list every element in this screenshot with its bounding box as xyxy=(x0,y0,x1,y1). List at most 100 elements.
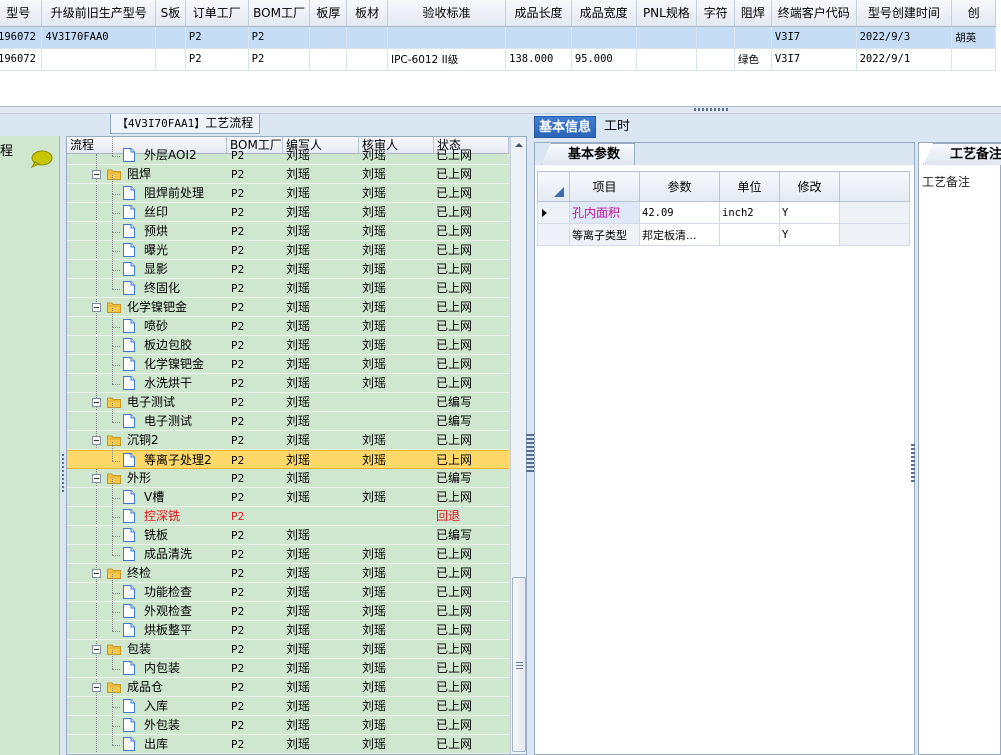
grid-cell[interactable] xyxy=(636,48,698,71)
tree-step-row[interactable]: 曝光 P2 刘瑶 刘瑶 已上网 xyxy=(67,232,509,260)
tree-step-row[interactable]: 出库 P2 刘瑶 刘瑶 已上网 xyxy=(67,726,509,754)
scroll-up-arrow-icon[interactable] xyxy=(511,137,527,153)
grid-cell[interactable] xyxy=(734,26,772,49)
tree-step-row[interactable]: 喷砂 P2 刘瑶 刘瑶 已上网 xyxy=(67,308,509,336)
collapse-toggle-icon[interactable] xyxy=(92,170,101,179)
row-indicator[interactable] xyxy=(537,223,570,246)
grid-col-header[interactable]: 验收标准 xyxy=(387,0,507,27)
collapse-toggle-icon[interactable] xyxy=(92,474,101,483)
grid-col-header[interactable]: 成品长度 xyxy=(505,0,572,27)
param-item[interactable]: 等离子类型 xyxy=(569,223,640,246)
grid-col-header[interactable]: 型号 xyxy=(0,0,43,27)
tree-step-row[interactable]: 化学镍钯金 P2 刘瑶 刘瑶 已上网 xyxy=(67,346,509,374)
grid-cell[interactable] xyxy=(571,26,637,49)
tree-group-row[interactable]: 成品仓 P2 刘瑶 刘瑶 已上网 xyxy=(67,678,509,697)
grid-col-header[interactable]: 字符 xyxy=(696,0,736,27)
grid-cell[interactable] xyxy=(41,48,157,71)
param-row[interactable]: 等离子类型 邦定板清... Y xyxy=(537,223,910,246)
grid-row[interactable]: 196072 4V3I70FAA0 P2 P2 V3I7 2022/9/3 胡英 xyxy=(0,26,996,49)
param-col-modify[interactable]: 修改 xyxy=(779,171,840,202)
param-value[interactable]: 42.09 xyxy=(639,201,720,224)
tree-step-row[interactable]: 水洗烘干 P2 刘瑶 刘瑶 已上网 xyxy=(67,365,509,393)
tree-step-row[interactable]: 预烘 P2 刘瑶 刘瑶 已上网 xyxy=(67,213,509,241)
tab-work-hours[interactable]: 工时 xyxy=(596,116,634,138)
grid-cell[interactable]: P2 xyxy=(248,48,311,71)
tab-basic-params[interactable]: 基本参数 xyxy=(541,143,635,165)
grid-cell[interactable] xyxy=(636,26,698,49)
tree-step-row[interactable]: 板边包胶 P2 刘瑶 刘瑶 已上网 xyxy=(67,327,509,355)
product-model-grid[interactable]: 型号 升级前旧生产型号 S板 订单工厂 BOM工厂 板厚 板材 验收标准 成品长度 成品宽度 PNL… xyxy=(0,0,1001,100)
tab-process-remark[interactable]: 工艺备注 xyxy=(923,143,1001,165)
grid-cell[interactable]: P2 xyxy=(185,48,249,71)
grid-cell[interactable]: 95.000 xyxy=(571,48,637,71)
param-col-unit[interactable]: 单位 xyxy=(719,171,780,202)
tree-group-row[interactable]: 阻焊 P2 刘瑶 刘瑶 已上网 xyxy=(67,165,509,184)
param-row[interactable]: 孔内面积 42.09 inch2 Y xyxy=(537,201,910,224)
tree-step-row[interactable]: 外包装 P2 刘瑶 刘瑶 已上网 xyxy=(67,707,509,735)
tree-step-row[interactable]: 显影 P2 刘瑶 刘瑶 已上网 xyxy=(67,251,509,279)
grid-cell[interactable]: V3I7 xyxy=(771,48,857,71)
tree-step-row[interactable]: V槽 P2 刘瑶 刘瑶 已上网 xyxy=(67,479,509,507)
tree-group-row[interactable]: 沉铜2 P2 刘瑶 刘瑶 已上网 xyxy=(67,431,509,450)
grid-cell[interactable]: 196072 xyxy=(0,26,43,49)
collapse-toggle-icon[interactable] xyxy=(92,683,101,692)
tree-step-row[interactable]: 烘板整平 P2 刘瑶 刘瑶 已上网 xyxy=(67,612,509,640)
grid-col-header[interactable]: 终端客户代码 xyxy=(771,0,857,27)
tree-step-row[interactable]: 成品清洗 P2 刘瑶 刘瑶 已上网 xyxy=(67,536,509,564)
grid-cell[interactable] xyxy=(696,48,736,71)
params-remark-grip[interactable] xyxy=(911,444,915,484)
grid-col-header[interactable]: 升级前旧生产型号 xyxy=(41,0,157,27)
param-value[interactable]: 邦定板清... xyxy=(639,223,720,246)
tree-group-row[interactable]: 包装 P2 刘瑶 刘瑶 已上网 xyxy=(67,640,509,659)
grid-col-header[interactable]: S板 xyxy=(155,0,186,27)
row-indicator[interactable] xyxy=(537,201,570,224)
tree-step-row[interactable]: 外层AOI2 P2 刘瑶 刘瑶 已上网 xyxy=(67,137,509,165)
grid-col-header[interactable]: 创 xyxy=(951,0,996,27)
grid-cell[interactable] xyxy=(155,26,186,49)
tree-vertical-scrollbar[interactable] xyxy=(510,137,527,754)
grid-cell[interactable]: 胡英 xyxy=(951,26,996,49)
grid-cell[interactable]: 2022/9/1 xyxy=(856,48,953,71)
grid-row[interactable]: 196072 P2 P2 IPC-6012 II级 138.000 95.000 绿色 V3I… xyxy=(0,48,996,71)
param-col-item[interactable]: 项目 xyxy=(569,171,640,202)
tree-group-row[interactable]: 外形 P2 刘瑶 已编写 xyxy=(67,469,509,488)
grid-cell[interactable] xyxy=(387,26,507,49)
grid-col-header[interactable]: 阻焊 xyxy=(734,0,772,27)
grid-col-header[interactable]: 订单工厂 xyxy=(185,0,249,27)
grid-col-header[interactable]: BOM工厂 xyxy=(248,0,311,27)
param-item[interactable]: 孔内面积 xyxy=(569,201,640,224)
horizontal-splitter[interactable] xyxy=(0,106,1001,114)
grid-col-header[interactable]: 板厚 xyxy=(309,0,348,27)
grid-col-header[interactable]: PNL规格 xyxy=(636,0,698,27)
param-modify[interactable]: Y xyxy=(779,201,840,224)
scrollbar-thumb[interactable] xyxy=(512,577,526,752)
tree-step-row[interactable]: 等离子处理2 P2 刘瑶 刘瑶 已上网 xyxy=(67,442,509,469)
collapse-toggle-icon[interactable] xyxy=(92,569,101,578)
tree-step-row[interactable]: 控深铣 P2 回退 xyxy=(67,498,509,526)
grid-cell[interactable] xyxy=(155,48,186,71)
splitter-grip[interactable] xyxy=(694,108,728,111)
grid-col-header[interactable]: 板材 xyxy=(346,0,388,27)
tree-step-row[interactable]: 铣板 P2 刘瑶 已编写 xyxy=(67,517,509,545)
collapse-toggle-icon[interactable] xyxy=(92,398,101,407)
tree-step-row[interactable]: 丝印 P2 刘瑶 刘瑶 已上网 xyxy=(67,194,509,222)
tree-step-row[interactable]: 电子测试 P2 刘瑶 已编写 xyxy=(67,403,509,431)
grid-cell[interactable]: V3I7 xyxy=(771,26,857,49)
grid-col-header[interactable]: 成品宽度 xyxy=(571,0,637,27)
grid-cell[interactable] xyxy=(696,26,736,49)
grid-cell[interactable] xyxy=(346,48,388,71)
tree-step-row[interactable]: 终固化 P2 刘瑶 刘瑶 已上网 xyxy=(67,270,509,298)
grid-col-header[interactable]: 型号创建时间 xyxy=(856,0,953,27)
grid-cell[interactable]: 196072 xyxy=(0,48,43,71)
grid-cell[interactable]: IPC-6012 II级 xyxy=(387,48,507,71)
tree-group-row[interactable]: 终检 P2 刘瑶 刘瑶 已上网 xyxy=(67,564,509,583)
grid-cell[interactable] xyxy=(951,48,996,71)
collapse-toggle-icon[interactable] xyxy=(92,303,101,312)
collapse-toggle-icon[interactable] xyxy=(92,645,101,654)
speech-bubble-icon[interactable] xyxy=(29,150,53,168)
tree-step-row[interactable]: 外观检查 P2 刘瑶 刘瑶 已上网 xyxy=(67,593,509,621)
param-unit[interactable]: inch2 xyxy=(719,201,780,224)
grid-cell[interactable] xyxy=(309,48,348,71)
tree-step-row[interactable]: 功能检查 P2 刘瑶 刘瑶 已上网 xyxy=(67,574,509,602)
grid-cell[interactable]: P2 xyxy=(248,26,311,49)
